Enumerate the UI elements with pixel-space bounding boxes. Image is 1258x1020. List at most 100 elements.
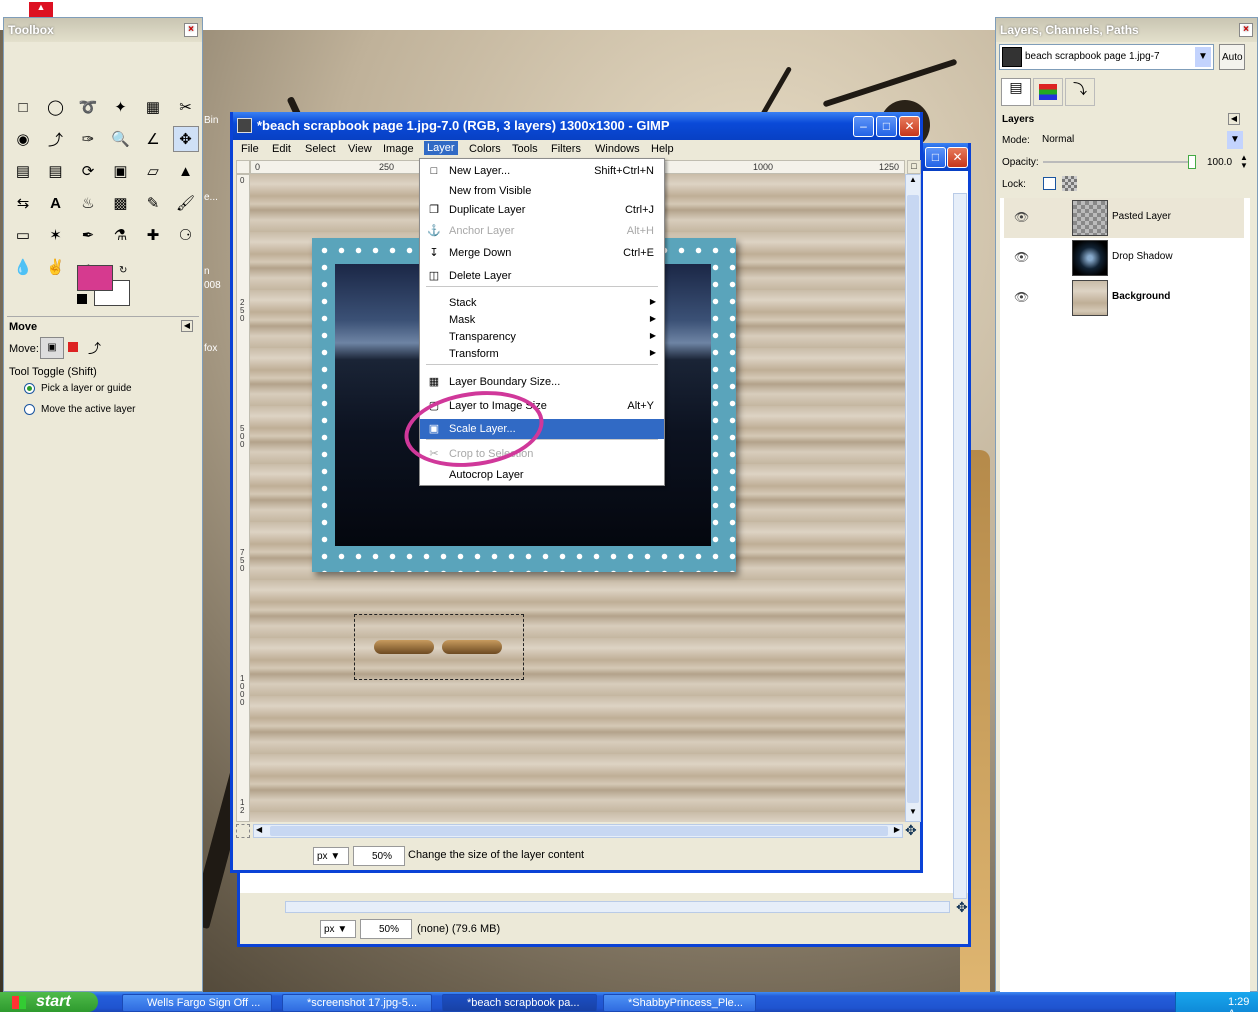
- menu-item-delete-layer[interactable]: ◫ Delete Layer: [420, 266, 664, 286]
- shear-icon[interactable]: ▱: [140, 158, 166, 184]
- scroll-thumb[interactable]: [907, 195, 919, 803]
- panel-menu-icon[interactable]: ◀: [181, 320, 193, 332]
- perspective-icon[interactable]: ▲: [173, 158, 199, 184]
- free-select-icon[interactable]: ➰: [75, 94, 101, 120]
- tab-channels[interactable]: [1033, 78, 1063, 106]
- eye-icon[interactable]: 👁: [1014, 250, 1029, 264]
- menu-file[interactable]: File: [241, 143, 259, 155]
- rotate-icon[interactable]: ⟳: [75, 158, 101, 184]
- opacity-spin-icon[interactable]: ▲ ▼: [1240, 154, 1248, 170]
- menu-edit[interactable]: Edit: [272, 143, 291, 155]
- taskbar-item-beach-scrapbook[interactable]: *beach scrapbook pa...: [442, 994, 597, 1012]
- foreground-select-icon[interactable]: ◉: [10, 126, 36, 152]
- smudge-icon[interactable]: ✌: [43, 254, 69, 280]
- menu-filters[interactable]: Filters: [551, 143, 581, 155]
- bucket-fill-icon[interactable]: ♨: [75, 190, 101, 216]
- scroll-right-icon[interactable]: ▶: [894, 825, 900, 834]
- scroll-down-icon[interactable]: ▼: [906, 807, 920, 821]
- pick-layer-radio[interactable]: [24, 383, 35, 394]
- chevron-down-icon[interactable]: ▼: [1227, 131, 1243, 149]
- move-active-layer-radio[interactable]: [24, 404, 35, 415]
- navigate-icon[interactable]: ✥: [905, 822, 917, 839]
- blend-icon[interactable]: ▩: [108, 190, 134, 216]
- perspective-clone-icon[interactable]: ⚆: [173, 222, 199, 248]
- pencil-icon[interactable]: ✎: [140, 190, 166, 216]
- menu-item-autocrop-layer[interactable]: Autocrop Layer: [420, 465, 664, 485]
- menu-view[interactable]: View: [348, 143, 372, 155]
- menu-colors[interactable]: Colors: [469, 143, 501, 155]
- close-icon[interactable]: ×: [1239, 23, 1253, 37]
- align-icon[interactable]: ▤: [10, 158, 36, 184]
- close-icon[interactable]: ×: [184, 23, 198, 37]
- taskbar-item-screenshot[interactable]: *screenshot 17.jpg-5...: [282, 994, 432, 1012]
- layer-row-pasted[interactable]: 👁 Pasted Layer: [1004, 198, 1244, 238]
- flip-icon[interactable]: ⇆: [10, 190, 36, 216]
- tab-paths[interactable]: ⤵: [1065, 78, 1095, 106]
- pdf-icon[interactable]: ▲: [29, 2, 53, 17]
- foreground-color-swatch-front[interactable]: [77, 265, 113, 291]
- move-layer-mode-button[interactable]: ▣: [40, 337, 64, 359]
- clone-icon[interactable]: ⚗: [108, 222, 134, 248]
- zoom-icon[interactable]: 🔍: [108, 126, 134, 152]
- paintbrush-icon[interactable]: 🖌: [173, 190, 199, 216]
- menu-item-duplicate-layer[interactable]: ❐ Duplicate Layer Ctrl+J: [420, 200, 664, 220]
- move-selection-mode-icon[interactable]: [68, 342, 78, 352]
- default-colors-icon[interactable]: [77, 294, 87, 304]
- zoom-fit-icon[interactable]: □: [907, 160, 921, 174]
- panel-menu-icon[interactable]: ◀: [1228, 113, 1240, 125]
- menu-item-new-layer[interactable]: □ New Layer... Shift+Ctrl+N: [420, 161, 664, 181]
- menu-item-anchor-layer[interactable]: ⚓ Anchor Layer Alt+H: [420, 221, 664, 241]
- back-zoom-select[interactable]: 50%: [360, 919, 412, 939]
- scroll-left-icon[interactable]: ◀: [256, 825, 262, 834]
- back-unit-select[interactable]: px ▼: [320, 920, 356, 938]
- tab-layers[interactable]: ▤: [1001, 78, 1031, 106]
- menu-item-transform[interactable]: Transform ▶: [420, 344, 664, 364]
- vertical-ruler[interactable]: 0 2 5 0 5 0 0 7 5 0 1 0 0 0 1 2: [236, 174, 250, 822]
- scroll-up-icon[interactable]: ▲: [906, 175, 920, 189]
- maximize-icon[interactable]: □: [876, 116, 897, 137]
- clock[interactable]: 1:29 A: [1228, 996, 1249, 1020]
- start-button[interactable]: start: [0, 992, 98, 1012]
- zoom-select[interactable]: 50%: [353, 846, 405, 866]
- airbrush-icon[interactable]: ✶: [43, 222, 69, 248]
- eye-icon[interactable]: 👁: [1014, 290, 1029, 304]
- taskbar-item-wells-fargo[interactable]: Wells Fargo Sign Off ...: [122, 994, 272, 1012]
- paths-icon[interactable]: ⤴: [43, 126, 69, 152]
- menu-item-merge-down[interactable]: ↧ Merge Down Ctrl+E: [420, 243, 664, 263]
- scroll-thumb[interactable]: [270, 826, 888, 836]
- menu-select[interactable]: Select: [305, 143, 336, 155]
- heal-icon[interactable]: ✚: [140, 222, 166, 248]
- color-select-icon[interactable]: ▦: [140, 94, 166, 120]
- crop-icon[interactable]: ▤: [43, 158, 69, 184]
- text-icon[interactable]: A: [43, 190, 69, 216]
- fuzzy-select-icon[interactable]: ✦: [108, 94, 134, 120]
- minimize-icon[interactable]: –: [853, 116, 874, 137]
- layer-row-drop-shadow[interactable]: 👁 Drop Shadow: [1004, 238, 1244, 278]
- image-selector[interactable]: beach scrapbook page 1.jpg-7 ▼: [999, 44, 1214, 70]
- gimp-app-icon[interactable]: [237, 118, 252, 133]
- color-picker-icon[interactable]: ✑: [75, 126, 101, 152]
- rect-select-icon[interactable]: □: [10, 94, 36, 120]
- vertical-scrollbar[interactable]: ▲ ▼: [905, 174, 921, 822]
- horizontal-scrollbar[interactable]: ◀ ▶: [253, 824, 903, 838]
- swap-colors-icon[interactable]: ↻: [119, 265, 127, 276]
- mode-select[interactable]: Normal ▼: [1039, 131, 1243, 149]
- eye-icon[interactable]: 👁: [1014, 210, 1029, 224]
- move-icon[interactable]: ✥: [172, 126, 199, 152]
- lock-pixels-checkbox[interactable]: [1043, 177, 1056, 190]
- main-window-title-bar[interactable]: *beach scrapbook page 1.jpg-7.0 (RGB, 3 …: [233, 112, 920, 140]
- maximize-icon[interactable]: □: [925, 147, 946, 168]
- opacity-value[interactable]: 100.0: [1207, 157, 1232, 168]
- eraser-icon[interactable]: ▭: [10, 222, 36, 248]
- close-icon[interactable]: ✕: [899, 116, 920, 137]
- scale-icon[interactable]: ▣: [108, 158, 134, 184]
- menu-item-layer-boundary-size[interactable]: ▦ Layer Boundary Size...: [420, 372, 664, 392]
- taskbar-item-shabbyprincess[interactable]: *ShabbyPrincess_Ple...: [603, 994, 756, 1012]
- back-horizontal-scrollbar[interactable]: [285, 901, 950, 913]
- layer-name[interactable]: Background: [1112, 291, 1170, 302]
- back-vertical-scrollbar[interactable]: [953, 193, 967, 899]
- ellipse-select-icon[interactable]: ◯: [43, 94, 69, 120]
- quick-mask-icon[interactable]: [236, 824, 250, 838]
- scissors-icon[interactable]: ✂: [173, 94, 199, 120]
- menu-layer[interactable]: Layer: [424, 141, 458, 155]
